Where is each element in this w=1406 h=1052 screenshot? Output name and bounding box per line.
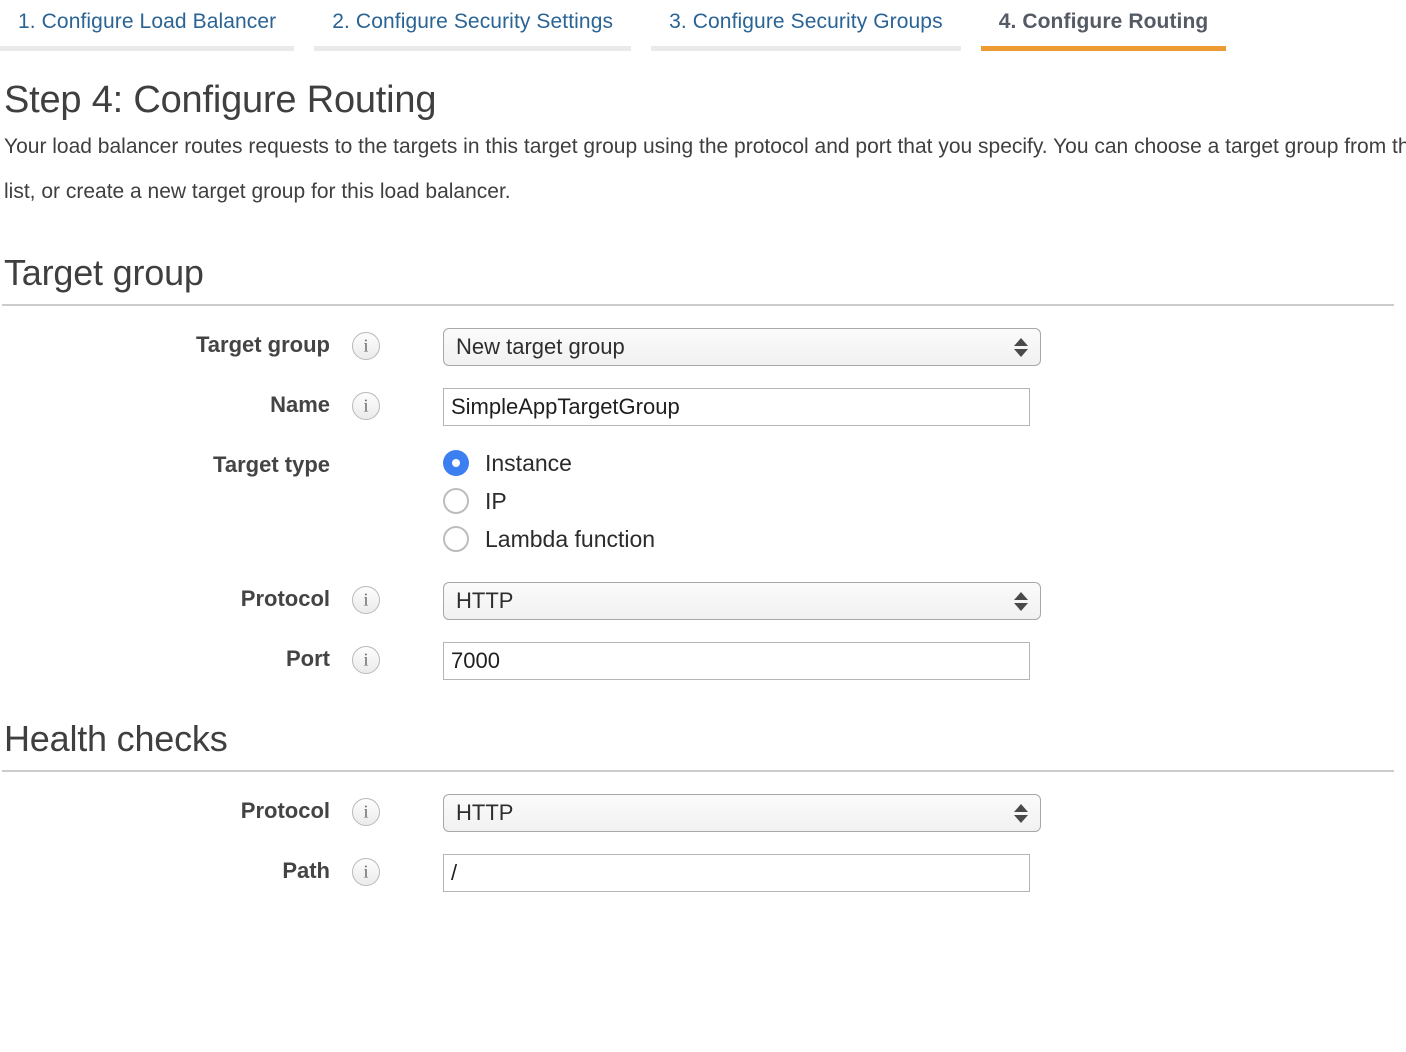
radio-label: Instance	[485, 450, 572, 476]
chevron-up-icon	[1014, 591, 1028, 600]
field-row-target-type: Target type Instance IP Lambda function	[0, 448, 1406, 552]
tab-underline	[314, 46, 632, 51]
target-type-radio-group: Instance IP Lambda function	[443, 448, 655, 552]
field-label-target-type: Target type	[213, 452, 330, 477]
field-label-name: Name	[270, 392, 330, 417]
chevron-down-icon	[1014, 602, 1028, 611]
select-stepper-icon	[1014, 334, 1028, 360]
radio-option-ip[interactable]: IP	[443, 488, 655, 514]
field-row-health-protocol: Protocol i HTTP	[0, 794, 1406, 832]
tab-configure-load-balancer[interactable]: 1. Configure Load Balancer	[0, 0, 295, 51]
radio-indicator-selected	[443, 450, 469, 476]
field-row-protocol: Protocol i HTTP	[0, 582, 1406, 620]
radio-label: IP	[485, 488, 507, 514]
target-group-select[interactable]: New target group	[443, 328, 1041, 366]
health-path-input[interactable]	[443, 854, 1030, 892]
field-control-wrap	[443, 388, 1030, 426]
field-control-wrap: Instance IP Lambda function	[443, 448, 655, 552]
radio-option-instance[interactable]: Instance	[443, 450, 655, 476]
tab-label: 1. Configure Load Balancer	[18, 10, 277, 33]
select-stepper-icon	[1014, 588, 1028, 614]
field-row-target-group: Target group i New target group	[0, 328, 1406, 366]
name-input[interactable]	[443, 388, 1030, 426]
select-stepper-icon	[1014, 800, 1028, 826]
chevron-up-icon	[1014, 337, 1028, 346]
radio-indicator	[443, 488, 469, 514]
page-title: Step 4: Configure Routing	[4, 79, 437, 121]
info-icon-glyph: i	[363, 335, 369, 356]
chevron-down-icon	[1014, 348, 1028, 357]
tab-label: 2. Configure Security Settings	[332, 10, 614, 33]
section-title-health-checks: Health checks	[4, 718, 228, 759]
radio-option-lambda-function[interactable]: Lambda function	[443, 526, 655, 552]
tab-label: 4. Configure Routing	[998, 10, 1209, 33]
configure-routing-page: 1. Configure Load Balancer 2. Configure …	[0, 0, 1406, 1052]
protocol-select-value: HTTP	[456, 588, 514, 613]
info-icon-glyph: i	[363, 395, 369, 416]
info-icon[interactable]: i	[352, 646, 380, 674]
page-description: Your load balancer routes requests to th…	[4, 135, 1406, 203]
info-icon[interactable]: i	[352, 586, 380, 614]
info-icon[interactable]: i	[352, 858, 380, 886]
target-group-select-value: New target group	[456, 334, 625, 359]
field-label-port: Port	[286, 646, 330, 671]
tab-label: 3. Configure Security Groups	[669, 10, 943, 33]
field-label-health-protocol: Protocol	[240, 798, 330, 823]
health-protocol-select[interactable]: HTTP	[443, 794, 1041, 832]
tab-underline	[0, 46, 295, 51]
field-label-protocol: Protocol	[240, 586, 330, 611]
field-row-port: Port i	[0, 642, 1406, 680]
radio-label: Lambda function	[485, 526, 656, 552]
wizard-step-tabs: 1. Configure Load Balancer 2. Configure …	[0, 0, 1406, 56]
radio-indicator	[443, 526, 469, 552]
info-icon-glyph: i	[363, 649, 369, 670]
section-title-target-group: Target group	[4, 252, 204, 293]
tab-configure-security-groups[interactable]: 3. Configure Security Groups	[651, 0, 961, 51]
section-divider	[2, 770, 1394, 772]
chevron-up-icon	[1014, 803, 1028, 812]
health-protocol-select-value: HTTP	[456, 800, 514, 825]
field-label-target-group: Target group	[195, 332, 330, 357]
field-control-wrap	[443, 642, 1030, 680]
tab-underline-active	[980, 46, 1227, 51]
field-row-name: Name i	[0, 388, 1406, 426]
info-icon-glyph: i	[363, 861, 369, 882]
protocol-select[interactable]: HTTP	[443, 582, 1041, 620]
tab-underline	[651, 46, 961, 51]
port-input[interactable]	[443, 642, 1030, 680]
chevron-down-icon	[1014, 814, 1028, 823]
info-icon-glyph: i	[363, 801, 369, 822]
field-control-wrap: HTTP	[443, 794, 1041, 832]
tab-configure-routing[interactable]: 4. Configure Routing	[980, 0, 1227, 51]
field-control-wrap: HTTP	[443, 582, 1041, 620]
info-icon[interactable]: i	[352, 392, 380, 420]
field-label-health-path: Path	[282, 858, 330, 883]
info-icon-glyph: i	[363, 589, 369, 610]
info-icon[interactable]: i	[352, 798, 380, 826]
info-icon[interactable]: i	[352, 332, 380, 360]
tab-configure-security-settings[interactable]: 2. Configure Security Settings	[314, 0, 632, 51]
section-divider	[2, 304, 1394, 306]
field-control-wrap: New target group	[443, 328, 1041, 366]
field-row-health-path: Path i	[0, 854, 1406, 892]
field-control-wrap	[443, 854, 1030, 892]
